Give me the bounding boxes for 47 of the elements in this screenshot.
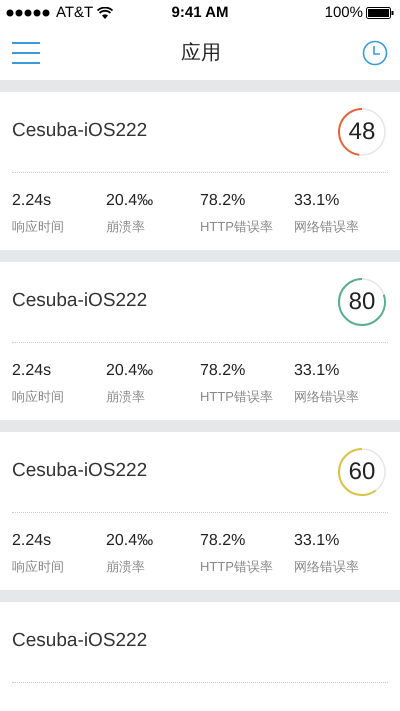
wifi-icon	[97, 7, 114, 19]
score-ring	[338, 448, 386, 496]
score-value: 80	[348, 290, 376, 314]
metric-label: 网络错误率	[294, 388, 360, 406]
app-card[interactable]: Cesuba-iOS222 80 2.24s 响应时间 20.4‰ 崩溃率 78.2% HTTP错误率 33.1% 网络错误率	[0, 262, 400, 420]
metric-label: HTTP错误率	[200, 388, 274, 406]
app-card[interactable]: Cesuba-iOS222 60 2.24s 响应时间 20.4‰ 崩溃率 78.2% HTTP错误率 33.1% 网络错误率	[0, 432, 400, 590]
metric-value: 2.24s	[12, 191, 52, 211]
metric-value: 33.1%	[294, 191, 340, 211]
app-name: Cesuba-iOS222	[12, 628, 148, 653]
metric-value: 33.1%	[294, 531, 340, 551]
app-card[interactable]: Cesuba-iOS222 48 2.24s 响应时间 20.4‰ 崩溃率 78.2% HTTP错误率 33.1% 网络错误率	[0, 92, 400, 250]
metric-value: 20.4‰	[106, 191, 154, 211]
page-title: 应用	[181, 41, 221, 66]
metric-value: 78.2%	[200, 531, 246, 551]
score-value: 48	[348, 120, 376, 144]
app-name: Cesuba-iOS222	[12, 288, 148, 313]
carrier-name: AT&T	[56, 2, 94, 23]
metric-value: 78.2%	[200, 191, 246, 211]
signal-icon	[6, 9, 52, 17]
app-card[interactable]: Cesuba-iOS222	[0, 602, 400, 711]
metric-label: 响应时间	[12, 388, 65, 406]
metric-value: 78.2%	[200, 361, 246, 381]
metric-label: 网络错误率	[294, 558, 360, 576]
metric-label: 响应时间	[12, 218, 65, 236]
metric-label: 崩溃率	[106, 558, 146, 576]
metric-value: 2.24s	[12, 531, 52, 551]
battery-icon	[366, 7, 394, 19]
score-ring	[338, 278, 386, 326]
metric-label: HTTP错误率	[200, 218, 274, 236]
menu-button[interactable]	[12, 40, 40, 66]
metric-label: 崩溃率	[106, 218, 146, 236]
history-button[interactable]	[362, 40, 388, 66]
battery-percent: 100%	[324, 2, 363, 23]
metric-label: HTTP错误率	[200, 558, 274, 576]
metric-value: 20.4‰	[106, 531, 154, 551]
app-name: Cesuba-iOS222	[12, 118, 148, 143]
status-time: 9:41 AM	[172, 2, 228, 23]
metric-label: 网络错误率	[294, 218, 360, 236]
metric-value: 2.24s	[12, 361, 52, 381]
metric-value: 33.1%	[294, 361, 340, 381]
metric-value: 20.4‰	[106, 361, 154, 381]
metric-label: 崩溃率	[106, 388, 146, 406]
score-ring	[338, 108, 386, 156]
metric-label: 响应时间	[12, 558, 65, 576]
score-value: 60	[348, 460, 376, 484]
app-name: Cesuba-iOS222	[12, 458, 148, 483]
